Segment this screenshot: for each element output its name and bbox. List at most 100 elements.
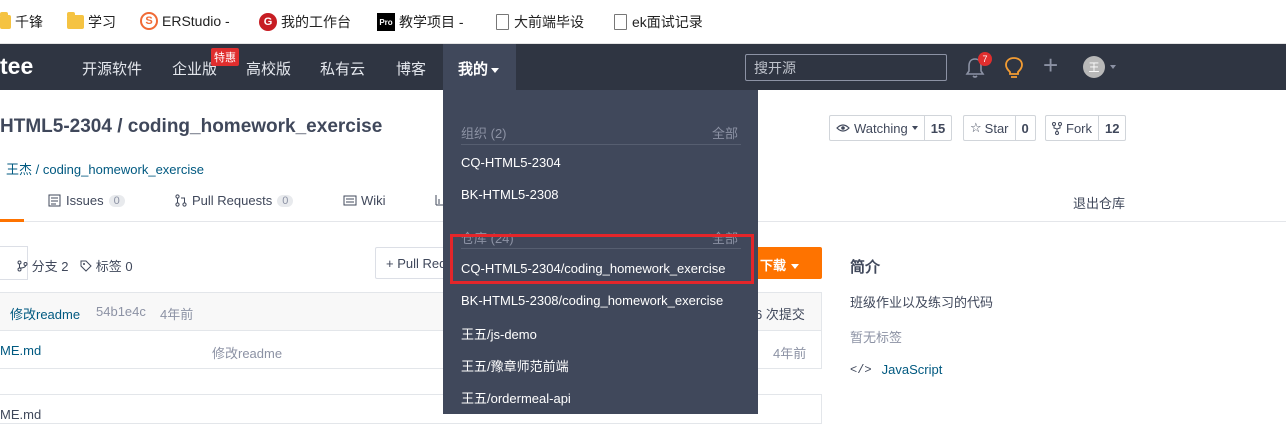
nav-university[interactable]: 高校版	[246, 58, 291, 79]
tab-wiki-label: Wiki	[361, 193, 386, 208]
dropdown-divider	[461, 144, 741, 145]
eye-icon	[836, 124, 850, 132]
orgs-all-link[interactable]: 全部	[712, 123, 738, 142]
nav-mine-menu[interactable]: 我的	[443, 44, 516, 90]
bookmark-label: 千锋	[15, 14, 43, 30]
bookmark-label: ERStudio -	[162, 13, 230, 29]
avatar[interactable]: 王	[1083, 56, 1105, 78]
commit-message[interactable]: 修改readme	[10, 304, 80, 323]
repo-item[interactable]: BK-HTML5-2308/coding_homework_exercise	[461, 293, 723, 308]
pull-request-button[interactable]: + Pull Request	[375, 247, 445, 279]
file-commit-message[interactable]: 修改readme	[212, 343, 282, 362]
repo-title[interactable]: HTML5-2304 / coding_homework_exercise	[0, 116, 382, 138]
tab-pull-requests-label: Pull Requests	[192, 193, 273, 208]
commit-count[interactable]: 6 次提交	[755, 304, 805, 323]
watching-label: Watching	[854, 120, 908, 136]
g-logo-icon: G	[259, 13, 277, 31]
nav-open-source[interactable]: 开源软件	[82, 58, 142, 79]
caret-down-icon	[791, 264, 800, 270]
lightbulb-icon[interactable]	[1004, 56, 1024, 80]
bookmark-label: 我的工作台	[281, 14, 351, 30]
tab-wiki[interactable]: Wiki	[343, 193, 386, 208]
active-tab-indicator	[0, 219, 24, 222]
bookmark-graduation[interactable]: 大前端毕设	[496, 12, 584, 32]
about-title: 简介	[850, 259, 881, 276]
bookmark-workbench[interactable]: G 我的工作台	[259, 12, 351, 32]
star-button[interactable]: ☆ Star 0	[963, 115, 1036, 141]
language-label: JavaScript	[881, 362, 943, 377]
about-language[interactable]: </> JavaScript	[850, 362, 942, 377]
fork-button[interactable]: Fork 12	[1045, 115, 1127, 141]
page-icon	[496, 14, 509, 30]
about-description: 班级作业以及练习的代码	[850, 295, 994, 310]
s-logo-icon: S	[140, 12, 158, 30]
bookmark-qianfeng[interactable]: 千锋	[0, 12, 43, 32]
star-count[interactable]: 0	[1016, 116, 1035, 140]
tab-issues-label: Issues	[66, 193, 104, 208]
star-main[interactable]: ☆ Star	[964, 116, 1016, 140]
repo-subpath[interactable]: 王杰 / coding_homework_exercise	[6, 159, 204, 178]
commit-sha[interactable]: 54b1e4c	[96, 304, 146, 319]
repo-item[interactable]: 王五/豫章师范前端	[461, 356, 569, 375]
bookmarks-bar: 千锋 学习 S ERStudio - G 我的工作台 Pro 教学项目 - 大前…	[0, 0, 1286, 44]
bookmark-label: 大前端毕设	[514, 14, 584, 30]
branch-tag-info: 分支 2 标签 0	[17, 256, 133, 275]
about-tags: 暂无标签	[850, 330, 903, 345]
bookmark-teaching-project[interactable]: Pro 教学项目 -	[377, 12, 464, 32]
tab-issues-count: 0	[108, 194, 125, 207]
nav-mine-label: 我的	[458, 61, 489, 78]
org-item[interactable]: BK-HTML5-2308	[461, 187, 559, 202]
stats-icon	[435, 195, 443, 206]
nav-blog[interactable]: 博客	[396, 58, 426, 79]
promo-badge: 特惠	[211, 48, 239, 66]
site-logo[interactable]: tee	[0, 53, 33, 80]
readme-label: ME.md	[0, 407, 42, 422]
bookmark-label: 教学项目 -	[399, 14, 464, 30]
search-input[interactable]	[745, 54, 947, 81]
commit-time: 4年前	[160, 307, 194, 322]
star-label: Star	[984, 120, 1009, 136]
branch-count[interactable]: 分支 2	[32, 259, 69, 274]
highlight-box	[450, 234, 754, 284]
caret-down-icon	[491, 67, 500, 73]
branch-icon	[17, 260, 28, 272]
page-icon	[614, 14, 627, 30]
file-time: 4年前	[773, 346, 807, 361]
caret-down-icon	[911, 126, 918, 130]
bookmark-study[interactable]: 学习	[67, 12, 116, 32]
nav-private-cloud[interactable]: 私有云	[320, 58, 365, 79]
watching-count[interactable]: 15	[925, 116, 951, 140]
fork-main[interactable]: Fork	[1046, 116, 1099, 140]
file-name[interactable]: ME.md	[0, 343, 41, 358]
avatar-caret-icon[interactable]	[1110, 65, 1116, 69]
tag-icon	[80, 260, 92, 272]
notification-count-badge: 7	[978, 52, 992, 66]
top-navbar: tee 开源软件 企业版 特惠 高校版 私有云 博客 我的 7 + 王	[0, 44, 1286, 90]
tab-issues[interactable]: Issues 0	[48, 193, 125, 208]
org-item[interactable]: CQ-HTML5-2304	[461, 155, 561, 170]
bookmark-label: 学习	[88, 14, 116, 30]
tab-pull-requests[interactable]: Pull Requests 0	[175, 193, 294, 208]
watching-main[interactable]: Watching	[830, 116, 925, 140]
orgs-header: 组织 (2)	[461, 126, 507, 141]
repo-item[interactable]: 王五/js-demo	[461, 324, 537, 343]
plus-icon[interactable]: +	[1043, 52, 1058, 78]
bookmark-interview[interactable]: ek面试记录	[614, 12, 703, 32]
repo-item[interactable]: 王五/ordermeal-api	[461, 388, 571, 407]
tab-stats-partial[interactable]	[435, 193, 443, 206]
pro-logo-icon: Pro	[377, 13, 395, 31]
fork-label: Fork	[1066, 120, 1092, 136]
watching-button[interactable]: Watching 15	[829, 115, 953, 141]
leave-repo-link[interactable]: 退出仓库	[1073, 193, 1125, 212]
folder-icon	[0, 12, 11, 29]
code-icon: </>	[850, 362, 872, 377]
issues-icon	[48, 194, 61, 207]
tag-count[interactable]: 标签 0	[96, 259, 133, 274]
wiki-icon	[343, 195, 357, 206]
star-icon: ☆	[970, 120, 982, 135]
bookmark-erstudio[interactable]: S ERStudio -	[140, 12, 230, 30]
download-button[interactable]: 下载	[750, 247, 822, 279]
pull-request-icon	[175, 194, 187, 207]
tab-pull-requests-count: 0	[277, 194, 294, 207]
fork-count[interactable]: 12	[1099, 116, 1125, 140]
